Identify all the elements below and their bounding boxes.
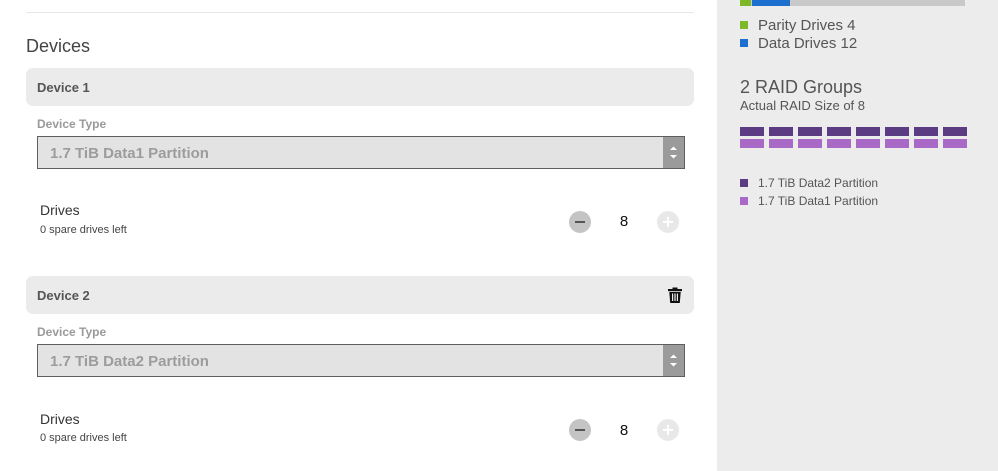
raid-block xyxy=(856,139,880,148)
section-title: Devices xyxy=(26,36,91,56)
legend-data1-partition: 1.7 TiB Data1 Partition xyxy=(740,194,878,209)
device-1-title: Device 1 xyxy=(37,80,90,95)
legend-swatch xyxy=(740,197,748,205)
legend-data-drives: Data Drives 12 xyxy=(740,35,857,53)
raid-block xyxy=(885,127,909,136)
raid-block xyxy=(798,139,822,148)
device-2-title: Device 2 xyxy=(37,288,90,303)
device-1-drives-label: Drives xyxy=(40,202,80,218)
devices-panel: Devices Device 1 Device Type 1.7 TiB Dat… xyxy=(0,0,717,471)
device-2-header: Device 2 xyxy=(26,276,694,314)
raid-block xyxy=(740,127,764,136)
raid-groups-title: 2 RAID Groups xyxy=(740,77,863,97)
device-1-decrease-button[interactable] xyxy=(569,211,591,233)
parity-segment xyxy=(740,0,751,6)
up-down-arrows-icon xyxy=(663,345,684,376)
raid-block xyxy=(827,127,851,136)
plus-icon-vertical xyxy=(667,425,669,435)
plus-icon-vertical xyxy=(667,217,669,227)
legend-label: Data Drives 12 xyxy=(758,35,858,52)
device-2-type-label: Device Type xyxy=(37,325,107,339)
device-1-spare-text: 0 spare drives left xyxy=(40,224,127,236)
trash-icon[interactable] xyxy=(668,287,682,303)
device-1-type-value: 1.7 TiB Data1 Partition xyxy=(50,145,209,162)
raid-block xyxy=(798,127,822,136)
legend-swatch xyxy=(740,39,748,47)
raid-block xyxy=(914,139,938,148)
device-2-drives-count: 8 xyxy=(619,422,629,439)
device-1-increase-button[interactable] xyxy=(657,211,679,233)
raid-block xyxy=(914,127,938,136)
legend-swatch xyxy=(740,21,748,29)
legend-label: 1.7 TiB Data1 Partition xyxy=(758,194,879,208)
raid-block xyxy=(769,139,793,148)
raid-block xyxy=(827,139,851,148)
up-down-arrows-icon xyxy=(663,137,684,168)
drive-usage-bar xyxy=(740,0,965,6)
raid-block xyxy=(856,127,880,136)
legend-swatch xyxy=(740,179,748,187)
device-2-decrease-button[interactable] xyxy=(569,419,591,441)
raid-block xyxy=(943,139,967,148)
raid-block xyxy=(885,139,909,148)
device-1-type-select[interactable]: 1.7 TiB Data1 Partition xyxy=(37,136,685,169)
raid-summary-sidebar: Parity Drives 4 Data Drives 12 2 RAID Gr… xyxy=(717,0,998,471)
device-1-type-label: Device Type xyxy=(37,117,107,131)
device-2-spare-text: 0 spare drives left xyxy=(40,432,127,444)
minus-icon xyxy=(575,429,585,431)
raid-block xyxy=(943,127,967,136)
raid-block xyxy=(769,127,793,136)
legend-parity-drives: Parity Drives 4 xyxy=(740,17,856,35)
device-2-increase-button[interactable] xyxy=(657,419,679,441)
minus-icon xyxy=(575,221,585,223)
raid-configuration-view: Devices Device 1 Device Type 1.7 TiB Dat… xyxy=(0,0,998,471)
device-1-header: Device 1 xyxy=(26,68,694,106)
device-2-type-value: 1.7 TiB Data2 Partition xyxy=(50,353,209,370)
divider xyxy=(26,12,694,13)
raid-block xyxy=(740,139,764,148)
raid-size-subtitle: Actual RAID Size of 8 xyxy=(740,98,865,113)
device-2-drives-label: Drives xyxy=(40,411,80,427)
data-segment xyxy=(752,0,790,6)
device-2-type-select[interactable]: 1.7 TiB Data2 Partition xyxy=(37,344,685,377)
legend-data2-partition: 1.7 TiB Data2 Partition xyxy=(740,176,878,191)
device-1-drives-count: 8 xyxy=(619,213,629,230)
legend-label: 1.7 TiB Data2 Partition xyxy=(758,176,879,190)
legend-label: Parity Drives 4 xyxy=(758,17,856,34)
